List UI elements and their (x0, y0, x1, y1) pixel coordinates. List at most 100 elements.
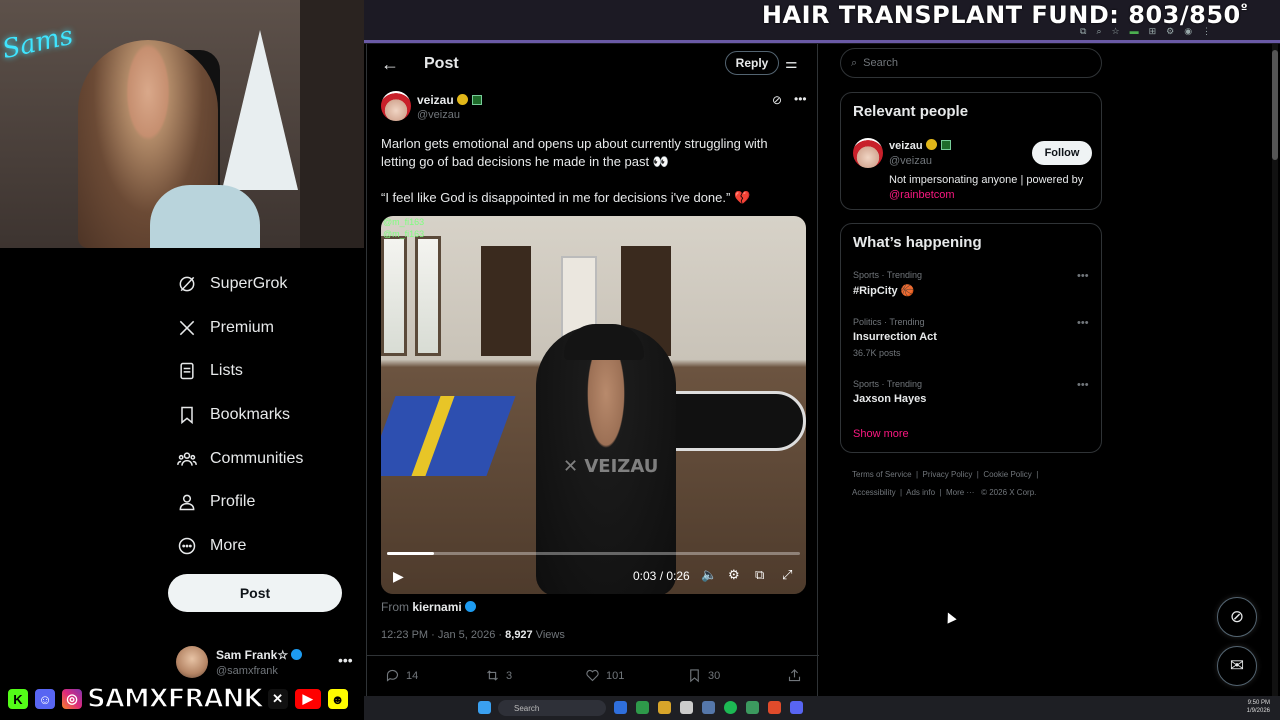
author-name: veizau (417, 93, 454, 107)
store-icon[interactable] (680, 701, 693, 714)
avatar[interactable] (381, 91, 411, 121)
app-icon[interactable] (614, 701, 627, 714)
menu-dots-icon[interactable]: ⋮ (1202, 26, 1211, 37)
browser-icon[interactable] (768, 701, 781, 714)
webcam-overlay: Sams (0, 0, 364, 248)
stream-banner: HAIR TRANSPLANT FUND: 803/850º (364, 0, 1280, 44)
communities-icon (176, 448, 198, 470)
extension-icon[interactable]: ⊞ (1149, 26, 1157, 37)
more-dots-icon[interactable]: ••• (1077, 317, 1089, 329)
follow-button[interactable]: Follow (1032, 141, 1092, 165)
grok-icon[interactable]: ⊘ (772, 93, 782, 107)
zoom-icon[interactable]: ⌕ (1096, 26, 1101, 37)
source-account-link[interactable]: kiernami (412, 600, 461, 614)
ads-info-link[interactable]: Ads info (906, 488, 935, 497)
show-more-link[interactable]: Show more (853, 428, 909, 440)
terms-link[interactable]: Terms of Service (852, 470, 912, 479)
spotify-icon[interactable] (724, 701, 737, 714)
footer-more-link[interactable]: More ··· (946, 488, 974, 497)
scrollbar-thumb[interactable] (1272, 50, 1278, 160)
more-dots-icon[interactable]: ••• (1077, 379, 1089, 391)
affiliate-badge-icon (940, 140, 951, 150)
social-handle-bar: K ☺ ◎ SAMXFRANK ✕ ▶ ☻ (0, 681, 364, 717)
obs-icon[interactable] (746, 701, 759, 714)
trend-item[interactable]: Insurrection Act (853, 331, 937, 343)
share-icon[interactable]: ⧉ (1080, 26, 1086, 37)
search-placeholder: Search (863, 57, 899, 69)
video-progress-bar[interactable] (387, 552, 800, 555)
folder-icon[interactable] (658, 701, 671, 714)
filter-icon[interactable]: ⚌ (785, 55, 798, 72)
reply-action[interactable]: 14 (385, 668, 418, 683)
nav-item-premium[interactable]: Premium (176, 312, 274, 344)
nav-item-lists[interactable]: Lists (176, 355, 243, 387)
trend-category: Sports · Trending (853, 270, 923, 280)
taskbar-search[interactable]: Search (498, 700, 606, 716)
post-detail-column: ← Post Reply ⚌ veizau @veizau ⊘ ••• Marl… (366, 44, 819, 696)
reply-button[interactable]: Reply (725, 51, 779, 75)
verified-badge-icon (456, 94, 468, 105)
more-dots-icon[interactable]: ••• (794, 92, 807, 106)
video-player[interactable]: @m_fi163 @m_fi163 ✕ VEIZAU ▶ 0:03 / 0:26 … (381, 216, 806, 594)
trend-item[interactable]: Jaxson Hayes (853, 393, 926, 405)
discord-icon[interactable] (790, 701, 803, 714)
author-handle: @veizau (417, 109, 460, 121)
bookmark-icon (176, 404, 198, 426)
repost-icon (487, 670, 498, 681)
taskbar-clock[interactable]: 9:50 PM 1/9/2026 (1247, 699, 1270, 715)
back-arrow-icon[interactable]: ← (381, 54, 399, 75)
bookmark-star-icon[interactable]: ☆ (1111, 26, 1119, 37)
nav-item-profile[interactable]: Profile (176, 486, 255, 518)
chrome-icon[interactable] (636, 701, 649, 714)
search-input[interactable]: ⌕ Search (840, 48, 1102, 78)
kick-icon: K (6, 687, 30, 711)
nav-item-bookmarks[interactable]: Bookmarks (176, 399, 290, 431)
relevant-name: veizau (889, 140, 923, 152)
nav-item-communities[interactable]: Communities (176, 443, 303, 475)
grok-fab-icon[interactable]: ⊘ (1217, 597, 1257, 637)
avatar[interactable] (853, 138, 883, 168)
account-switcher[interactable]: Sam Frank☆ @samxfrank ••• (176, 646, 356, 682)
nav-item-supergrok[interactable]: SuperGrok (176, 268, 287, 300)
more-dots-icon[interactable]: ••• (1077, 270, 1089, 282)
cookie-link[interactable]: Cookie Policy (983, 470, 1031, 479)
video-time: 0:03 / 0:26 (633, 569, 690, 583)
nav-item-more[interactable]: More (176, 530, 246, 562)
account-handle: @samxfrank (216, 665, 278, 677)
affiliate-badge-icon (471, 95, 482, 105)
play-icon[interactable]: ▶ (393, 568, 404, 585)
settings-icon[interactable] (702, 701, 715, 714)
pip-icon[interactable]: ⧉ (755, 567, 764, 583)
accessibility-link[interactable]: Accessibility (852, 488, 896, 497)
verified-badge-icon (291, 649, 303, 660)
post-text: Marlon gets emotional and opens up about… (381, 136, 768, 169)
page-title: Post (424, 55, 459, 72)
volume-icon[interactable]: 🔈 (701, 567, 717, 583)
trend-item[interactable]: #RipCity 🏀 (853, 284, 914, 297)
post-button[interactable]: Post (168, 574, 342, 612)
account-name: Sam Frank☆ (216, 648, 289, 662)
puzzle-icon[interactable]: ⚙ (1166, 26, 1174, 37)
page-scrollbar[interactable] (1272, 44, 1278, 696)
youtube-icon: ▶ (292, 687, 323, 711)
profile-icon[interactable]: ◉ (1184, 26, 1192, 37)
video-overlay-tag: @m_fi163 (383, 217, 425, 227)
post-quote-text: “I feel like God is disappointed in me f… (381, 190, 751, 205)
bookmark-action[interactable]: 30 (687, 668, 720, 683)
relevant-handle: @veizau (889, 155, 932, 167)
privacy-link[interactable]: Privacy Policy (923, 470, 973, 479)
snapchat-icon: ☻ (325, 687, 350, 711)
like-action[interactable]: 101 (585, 668, 624, 683)
messages-fab-icon[interactable]: ✉ (1217, 646, 1257, 686)
more-dots-icon[interactable]: ••• (338, 652, 353, 668)
bio-link[interactable]: @rainbetcom (889, 189, 955, 201)
share-action[interactable] (787, 668, 802, 683)
social-handle-text: SAMXFRANK (86, 683, 264, 715)
browser-toolbar: ⧉ ⌕ ☆ ▬ ⊞ ⚙ ◉ ⋮ (1080, 26, 1211, 37)
settings-gear-icon[interactable]: ⚙ (728, 567, 740, 583)
windows-start-icon[interactable] (478, 701, 491, 714)
extension-icon[interactable]: ▬ (1130, 26, 1139, 37)
repost-action[interactable]: 3 (485, 668, 512, 683)
fullscreen-icon[interactable]: ⤢ (782, 567, 792, 583)
video-watermark: ✕ VEIZAU (563, 456, 659, 477)
